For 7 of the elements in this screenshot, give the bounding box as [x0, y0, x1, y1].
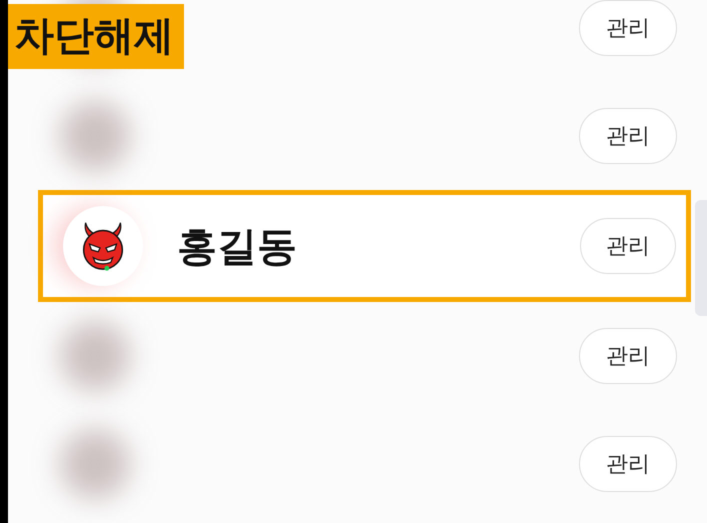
manage-button[interactable]: 관리	[579, 108, 677, 164]
contact-name: 홍길동	[177, 222, 297, 272]
manage-button[interactable]: 관리	[579, 328, 677, 384]
caption-label: 차단해제	[8, 4, 184, 69]
manage-button[interactable]: 관리	[579, 0, 677, 56]
manage-button[interactable]: 관리	[579, 436, 677, 492]
manage-button[interactable]: 관리	[580, 218, 676, 274]
